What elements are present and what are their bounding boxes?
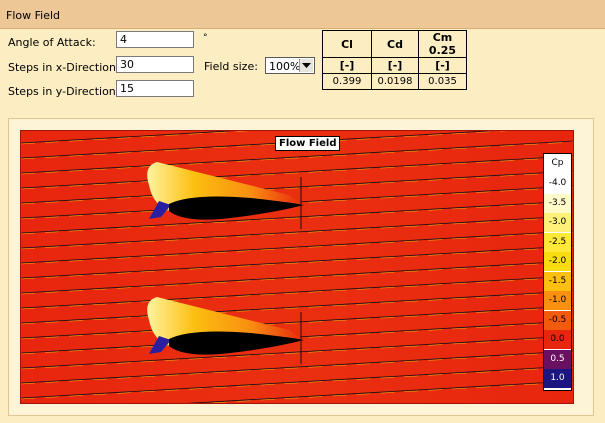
- steps-x-label: Steps in x-Direction:: [8, 61, 120, 74]
- dropdown-arrow-icon[interactable]: [299, 59, 313, 72]
- steps-x-input[interactable]: [116, 56, 194, 73]
- cd-header: Cd: [371, 30, 419, 58]
- angle-of-attack-input[interactable]: [116, 31, 194, 48]
- legend-entry: -2.5: [544, 232, 571, 252]
- legend-entry: -3.5: [544, 193, 571, 213]
- steps-y-input[interactable]: [116, 80, 194, 97]
- panel-header: Flow Field: [0, 0, 605, 29]
- cm-value: 0.035: [418, 73, 467, 90]
- legend-entry: -1.5: [544, 271, 571, 291]
- cl-header: Cl: [322, 30, 372, 58]
- cp-legend: Cp -4.0 -3.5 -3.0 -2.5 -2.0 -1.5 -1.0 -0.5 0.0 0.…: [543, 153, 572, 391]
- cd-unit: [-]: [371, 57, 419, 74]
- flow-field-plot[interactable]: [20, 130, 574, 404]
- steps-y-label: Steps in y-Direction:: [8, 85, 120, 98]
- panel-title: Flow Field: [6, 9, 60, 22]
- legend-entry: -1.0: [544, 291, 571, 310]
- cd-value: 0.0198: [371, 73, 419, 90]
- coefficients-table: Cl Cd Cm 0.25 [-] [-] [-] 0.399 0.0198 0…: [322, 30, 467, 90]
- field-size-select[interactable]: 100%: [265, 57, 315, 74]
- legend-entry: -0.5: [544, 310, 571, 330]
- legend-entry: -4.0: [544, 174, 571, 193]
- cl-value: 0.399: [322, 73, 372, 90]
- field-size-value: 100%: [269, 60, 301, 73]
- legend-entry: -3.0: [544, 213, 571, 232]
- cm-header: Cm 0.25: [418, 30, 467, 58]
- plot-title: Flow Field: [275, 136, 341, 151]
- legend-entry: 0.5: [544, 349, 571, 369]
- degree-unit: °: [203, 33, 208, 43]
- field-size-label: Field size:: [204, 60, 258, 73]
- cm-unit: [-]: [418, 57, 467, 74]
- angle-of-attack-label: Angle of Attack:: [8, 36, 96, 49]
- flow-field-canvas: [21, 131, 573, 403]
- legend-entry: 0.0: [544, 330, 571, 349]
- legend-entry: -2.0: [544, 252, 571, 271]
- legend-entry: 1.0: [544, 369, 571, 388]
- cl-unit: [-]: [322, 57, 372, 74]
- legend-title: Cp: [551, 158, 564, 168]
